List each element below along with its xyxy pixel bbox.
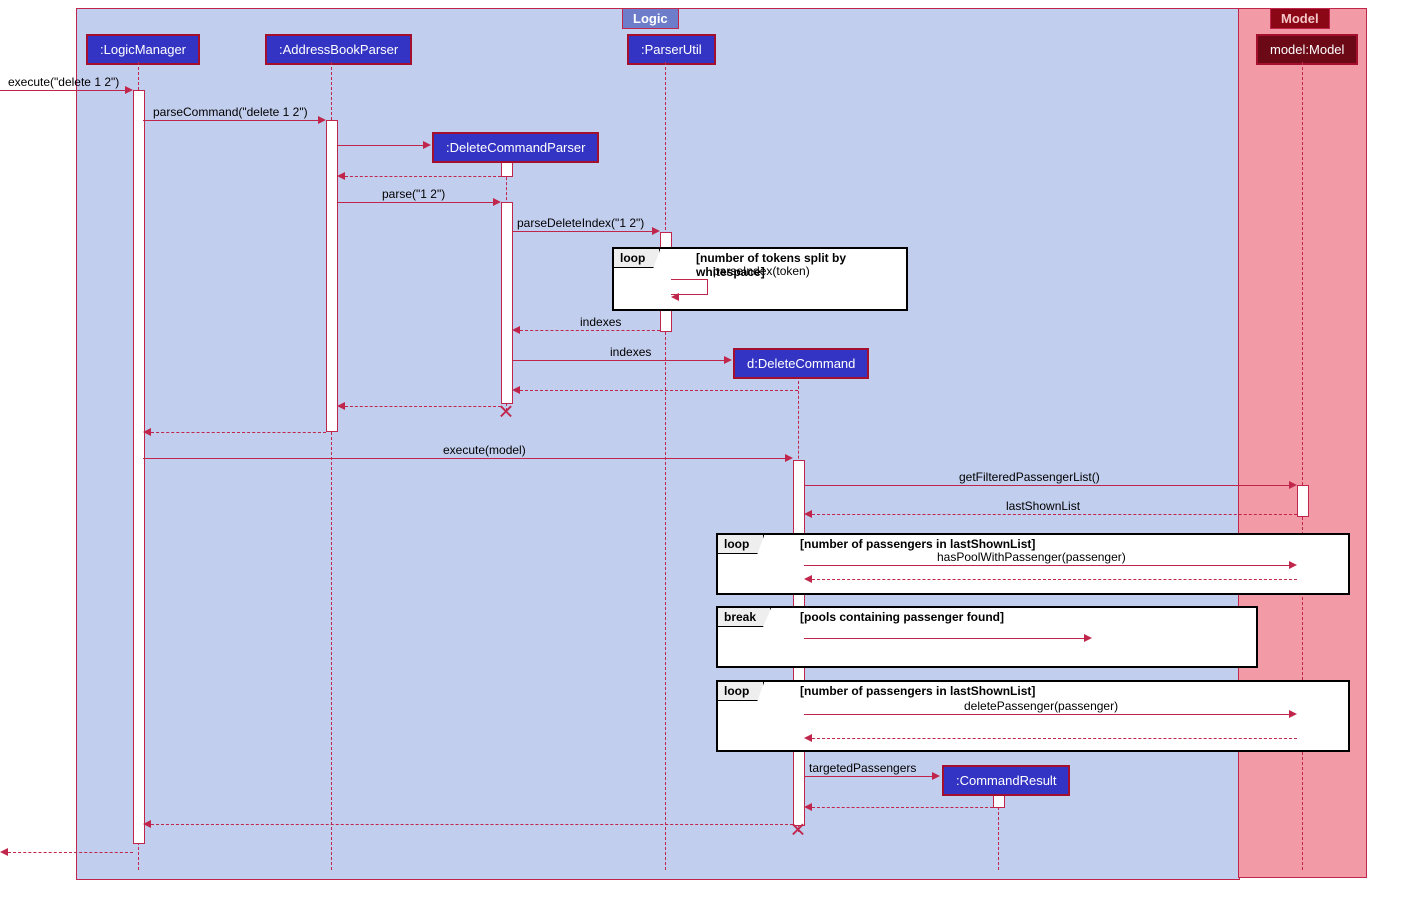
msg-last-shown-list: lastShownList xyxy=(804,500,1297,515)
msg-parse: parse("1 2") xyxy=(337,188,501,203)
msg-return-outside xyxy=(0,838,133,853)
participant-parser-util: :ParserUtil xyxy=(627,34,716,65)
sequence-diagram: Logic Model :LogicManager :AddressBookPa… xyxy=(0,0,1423,904)
msg-parse-command: parseCommand("delete 1 2") xyxy=(143,106,326,121)
msg-get-filtered-passenger-list: getFilteredPassengerList() xyxy=(804,471,1297,486)
logic-group-label: Logic xyxy=(622,8,679,29)
msg-execute-model: execute(model) xyxy=(143,444,793,459)
msg-parse-index: parseIndex(token) xyxy=(671,265,811,280)
destroy-delete-command: × xyxy=(788,820,808,840)
msg-indexes-create-dc: indexes xyxy=(512,346,732,361)
msg-return-result xyxy=(143,810,793,825)
participant-delete-command-parser: :DeleteCommandParser xyxy=(432,132,599,163)
msg-return-r xyxy=(804,793,993,808)
msg-delete-passenger-return xyxy=(804,724,1297,739)
msg-delete-passenger: deletePassenger(passenger) xyxy=(804,700,1297,715)
msg-return-d-3 xyxy=(143,418,326,433)
msg-execute-delete: execute("delete 1 2") xyxy=(0,76,133,91)
msg-has-pool-return xyxy=(804,565,1297,580)
participant-delete-command: d:DeleteCommand xyxy=(733,348,869,379)
msg-return-create-dcp xyxy=(337,162,501,177)
msg-return-d-2 xyxy=(337,392,501,407)
destroy-delete-command-parser: × xyxy=(496,402,516,422)
msg-return-d-1 xyxy=(512,376,798,391)
msg-parse-delete-index: parseDeleteIndex("1 2") xyxy=(512,217,660,232)
participant-command-result: :CommandResult xyxy=(942,765,1070,796)
participant-logic-manager: :LogicManager xyxy=(86,34,200,65)
activation-model-1 xyxy=(1297,485,1309,517)
participant-model: model:Model xyxy=(1256,34,1358,65)
lifeline-parser-util xyxy=(665,62,666,870)
msg-create-command-exception xyxy=(804,624,1092,639)
model-group-label: Model xyxy=(1270,8,1330,29)
activation-delete-command-parser-2 xyxy=(501,202,513,404)
msg-indexes-1: indexes xyxy=(512,316,660,331)
msg-create-delete-command-parser xyxy=(337,131,431,146)
msg-parse-index-return xyxy=(671,283,711,298)
participant-address-book-parser: :AddressBookParser xyxy=(265,34,412,65)
msg-has-pool-with-passenger: hasPoolWithPassenger(passenger) xyxy=(804,551,1297,566)
msg-targeted-passengers: targetedPassengers xyxy=(804,762,940,777)
activation-logic-manager xyxy=(133,90,145,844)
